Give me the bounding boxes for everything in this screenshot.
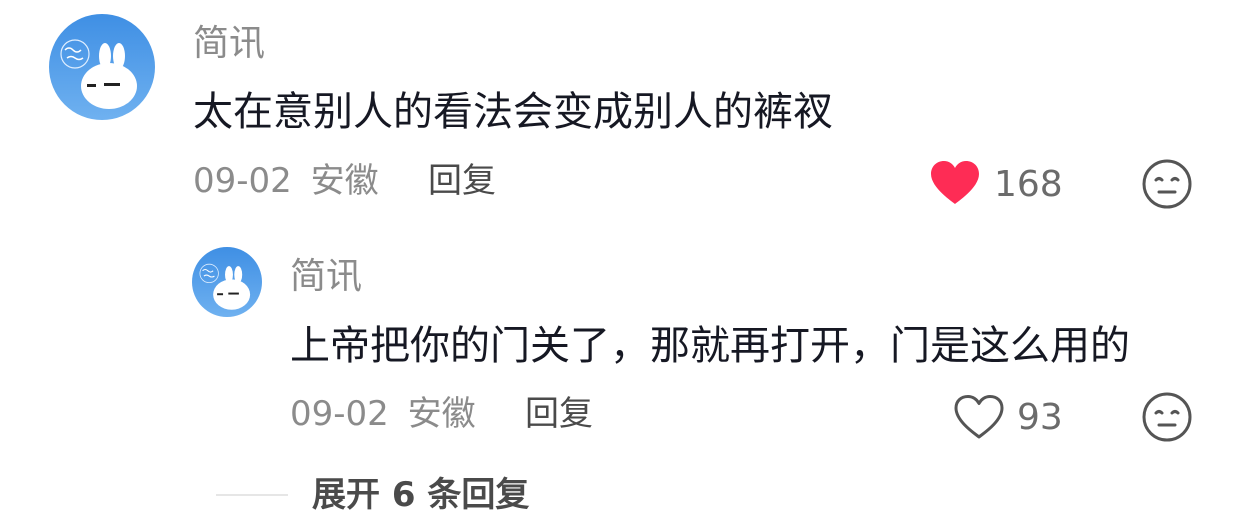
heart-filled-icon[interactable] <box>929 160 981 206</box>
reply-meta: 09-02 安徽 <box>290 397 476 431</box>
reply-avatar[interactable] <box>192 247 262 317</box>
expand-replies-button[interactable]: 展开 6 条回复 <box>312 478 529 512</box>
neutral-face-icon[interactable] <box>1141 158 1193 210</box>
comment-avatar[interactable] <box>49 14 155 120</box>
reply-location: 安徽 <box>407 394 476 434</box>
bunny-avatar-icon <box>192 247 262 317</box>
comment-thread: 简讯 太在意别人的看法会变成别人的裤衩 09-02 安徽 回复 168 简讯 上… <box>0 0 1242 526</box>
reply-date: 09-02 <box>290 394 389 434</box>
neutral-face-icon[interactable] <box>1141 391 1193 443</box>
reply-like-count: 93 <box>1017 397 1063 438</box>
comment-text: 太在意别人的看法会变成别人的裤衩 <box>193 89 833 135</box>
comment-date: 09-02 <box>193 161 292 201</box>
expand-divider <box>216 494 288 496</box>
bunny-avatar-icon <box>49 14 155 120</box>
reply-text: 上帝把你的门关了，那就再打开，门是这么用的 <box>290 323 1130 369</box>
comment-location: 安徽 <box>310 161 379 201</box>
comment-username[interactable]: 简讯 <box>193 26 265 62</box>
reply-reply-button[interactable]: 回复 <box>525 397 593 431</box>
comment-like-count: 168 <box>994 164 1063 205</box>
comment-meta: 09-02 安徽 <box>193 164 379 198</box>
reply-username[interactable]: 简讯 <box>290 259 362 295</box>
heart-outline-icon[interactable] <box>953 394 1005 440</box>
comment-reply-button[interactable]: 回复 <box>428 164 496 198</box>
